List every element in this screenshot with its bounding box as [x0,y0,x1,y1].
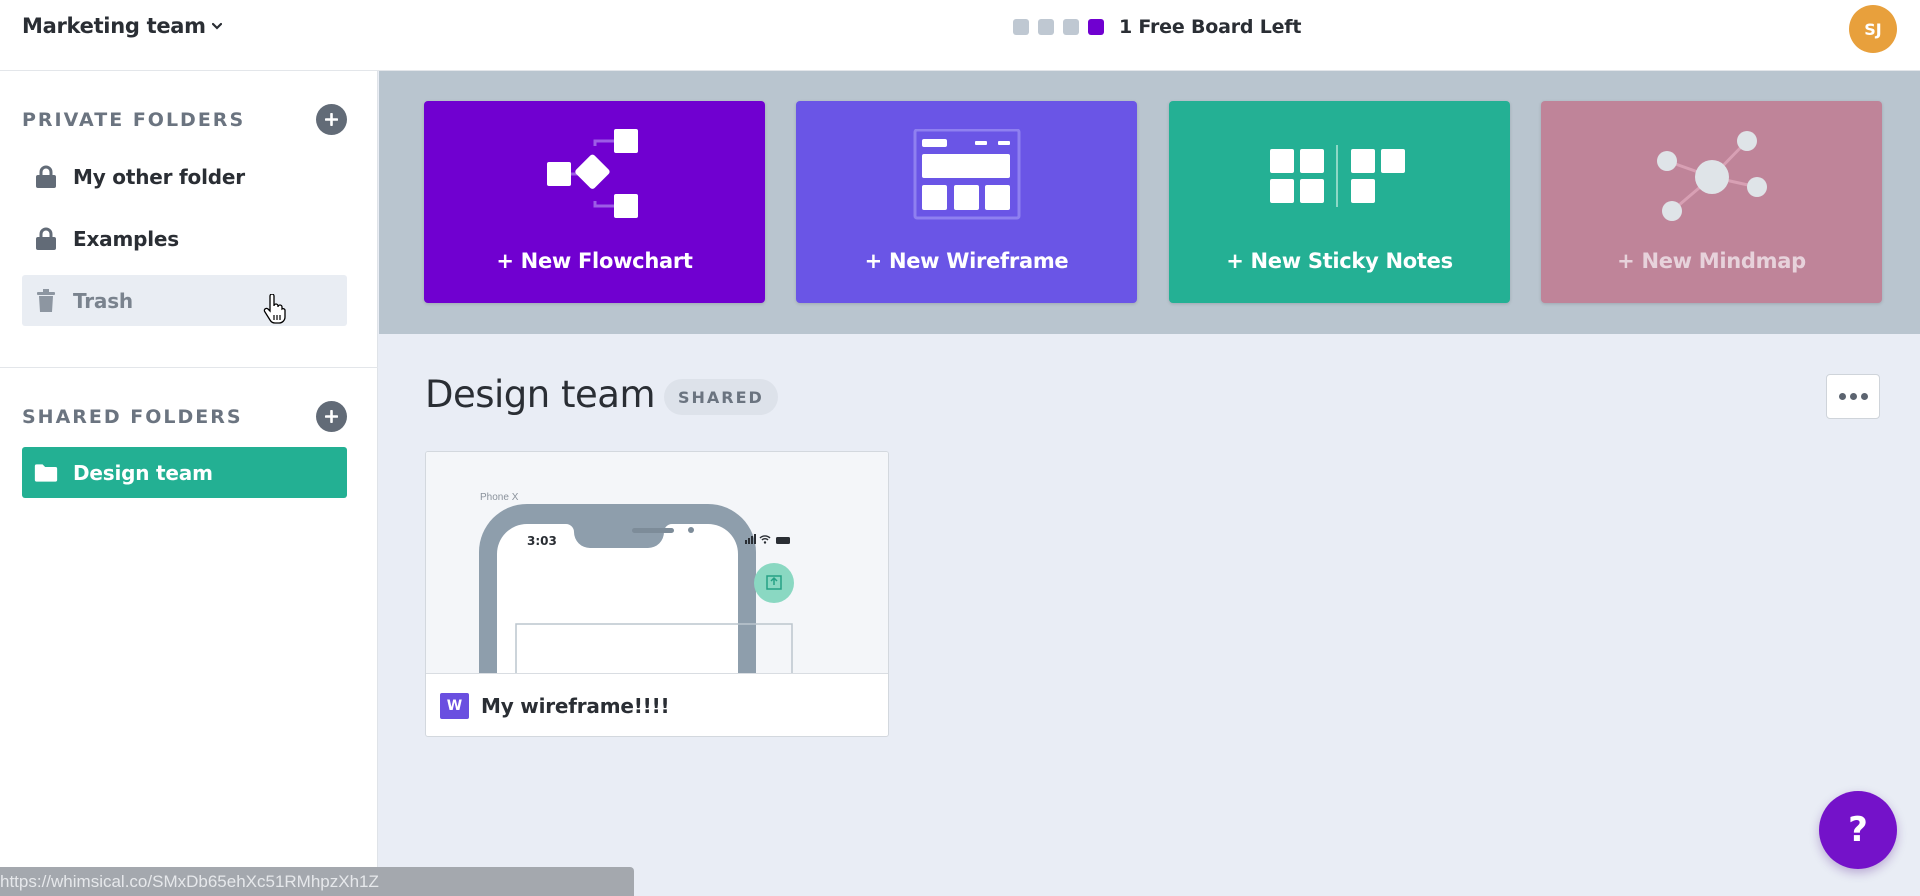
more-dot [1860,393,1868,400]
private-folders-header: PRIVATE FOLDERS [22,104,347,135]
trash-icon [34,288,58,313]
status-bar-url: https://whimsical.co/SMxDb65ehXc51RMhpzX… [0,867,634,896]
sidebar: PRIVATE FOLDERS My other folder Examples… [0,71,378,896]
tile-label: + New Wireframe [864,249,1069,273]
mindmap-icon [1541,129,1882,221]
flowchart-icon [424,129,765,221]
hand-cursor-icon [263,294,286,324]
phone-frame-illustration [479,504,794,673]
help-button[interactable]: ? [1819,791,1897,869]
folder-label: Design team [73,460,213,485]
quota-label: 1 Free Board Left [1119,16,1302,38]
sidebar-divider [0,367,378,368]
plus-icon [325,410,338,423]
new-flowchart-tile[interactable]: + New Flowchart [424,101,765,303]
folder-label: My other folder [73,164,245,189]
section-title: PRIVATE FOLDERS [22,108,246,131]
add-shared-folder-button[interactable] [316,401,347,432]
folder-label: Trash [73,288,133,313]
add-private-folder-button[interactable] [316,104,347,135]
board-quota: 1 Free Board Left [1013,16,1301,38]
quota-slot-free [1063,19,1079,35]
shared-badge: SHARED [664,379,778,415]
tile-label: + New Sticky Notes [1226,249,1453,273]
folder-icon [34,461,58,485]
new-mindmap-tile[interactable]: + New Mindmap [1541,101,1882,303]
more-dot [1838,393,1846,400]
tile-label: + New Flowchart [496,249,693,273]
folder-more-options-button[interactable] [1826,374,1880,419]
board-card-footer: W My wireframe!!!! [426,675,888,736]
new-wireframe-tile[interactable]: + New Wireframe [796,101,1137,303]
lock-icon [34,165,58,189]
quota-slot-free [1038,19,1054,35]
board-thumbnail: Phone X 3:03 [426,452,888,674]
user-avatar[interactable]: SJ [1849,5,1897,53]
sticky-notes-icon [1169,129,1510,221]
team-switcher[interactable]: Marketing team [22,14,222,38]
quota-slot-free [1013,19,1029,35]
new-board-banner: + New Flowchart + New Wireframe + New St… [379,71,1920,334]
top-bar: Marketing team 1 Free Board Left SJ [0,0,1920,71]
folder-label: Examples [73,226,179,251]
folder-title: Design team [425,373,656,416]
chevron-down-icon [211,22,222,30]
shared-folders-header: SHARED FOLDERS [22,401,347,432]
sidebar-item-examples[interactable]: Examples [22,213,347,264]
sidebar-item-my-other-folder[interactable]: My other folder [22,151,347,202]
new-sticky-notes-tile[interactable]: + New Sticky Notes [1169,101,1510,303]
sidebar-item-trash[interactable]: Trash [22,275,347,326]
team-name: Marketing team [22,14,206,38]
board-name: My wireframe!!!! [481,694,670,718]
sidebar-item-design-team[interactable]: Design team [22,447,347,498]
plus-icon [325,113,338,126]
section-title: SHARED FOLDERS [22,405,243,428]
quota-slot-used [1088,19,1104,35]
phone-clock: 3:03 [527,534,557,548]
more-dot [1849,393,1857,400]
wireframe-icon [796,129,1137,221]
lock-icon [34,227,58,251]
board-card[interactable]: Phone X 3:03 W My wireframe!!!! [425,451,889,737]
tile-label: + New Mindmap [1617,249,1806,273]
wireframe-type-badge: W [440,693,469,719]
